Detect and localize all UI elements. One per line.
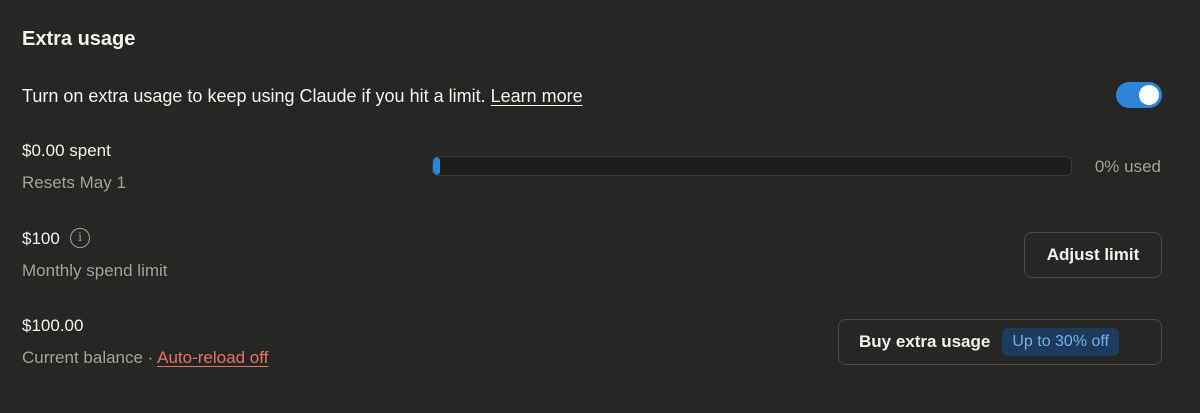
spent-amount: $0.00 spent — [22, 141, 111, 160]
auto-reload-link[interactable]: Auto-reload off — [157, 348, 268, 367]
usage-progress-bar — [432, 156, 1072, 176]
spend-limit-label: Monthly spend limit — [22, 261, 168, 280]
adjust-limit-button[interactable]: Adjust limit — [1024, 232, 1162, 278]
buy-extra-usage-button[interactable]: Buy extra usage Up to 30% off — [838, 319, 1162, 365]
discount-badge: Up to 30% off — [1002, 328, 1119, 356]
buy-extra-usage-label: Buy extra usage — [859, 332, 991, 351]
learn-more-link[interactable]: Learn more — [491, 86, 583, 106]
balance-amount: $100.00 — [22, 316, 84, 335]
description-text: Turn on extra usage to keep using Claude… — [22, 86, 486, 106]
balance-subtitle-row: Current balance · Auto-reload off — [22, 347, 268, 369]
toggle-knob — [1139, 85, 1159, 105]
section-title: Extra usage — [22, 28, 136, 50]
extra-usage-toggle[interactable] — [1116, 82, 1162, 108]
spend-limit-amount: $100 — [22, 229, 60, 248]
extra-usage-description: Turn on extra usage to keep using Claude… — [22, 84, 583, 108]
balance-label: Current balance · — [22, 348, 154, 367]
resets-date: Resets May 1 — [22, 173, 126, 192]
info-icon[interactable]: i — [70, 228, 90, 248]
usage-progress-fill — [433, 157, 440, 175]
usage-percent-label: 0% used — [1094, 157, 1161, 176]
